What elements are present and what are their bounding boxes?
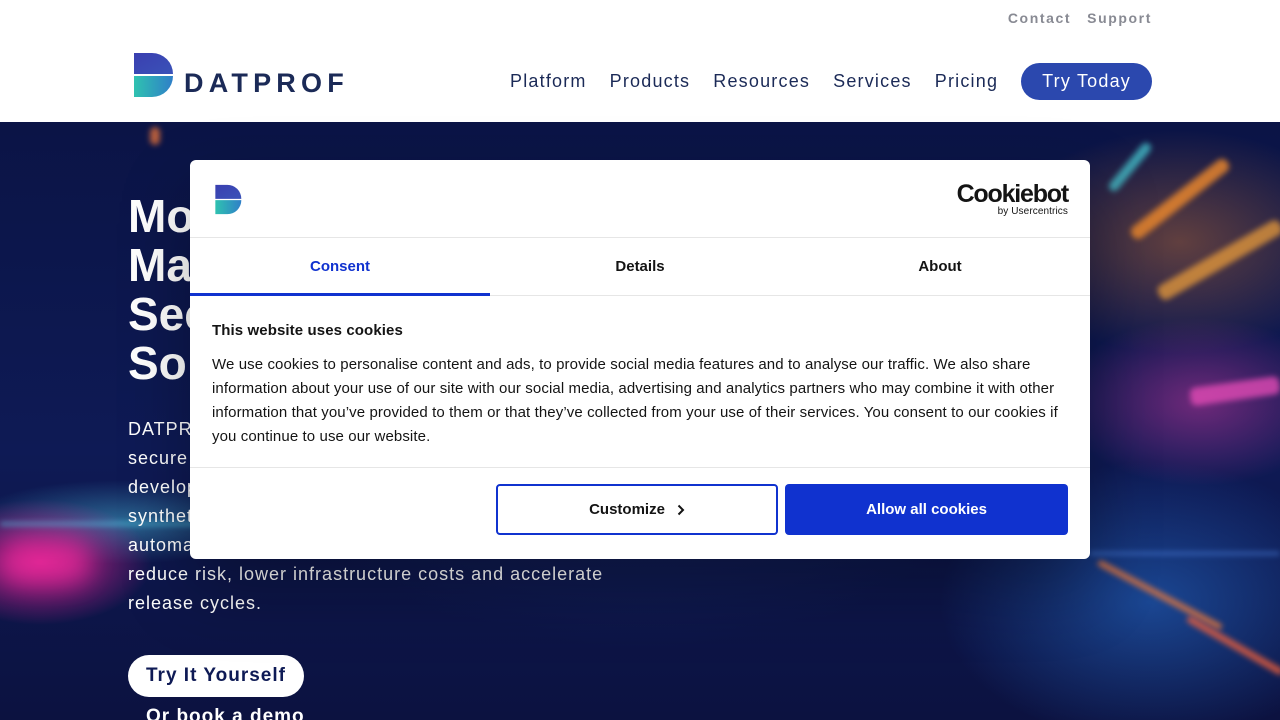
dialog-footer: Customize Allow all cookies	[190, 468, 1090, 558]
contact-link[interactable]: Contact	[1008, 10, 1071, 26]
datprof-logo[interactable]: DATPROF	[132, 52, 349, 98]
chevron-right-icon	[677, 504, 685, 515]
light-streak	[1155, 218, 1280, 302]
hero-desc-line: release cycles.	[128, 593, 263, 613]
nav-platform[interactable]: Platform	[510, 71, 587, 92]
datprof-logo-icon	[134, 53, 173, 97]
cookie-description: We use cookies to personalise content an…	[212, 356, 1058, 445]
allow-all-cookies-button[interactable]: Allow all cookies	[785, 484, 1068, 535]
nav-pricing[interactable]: Pricing	[935, 71, 998, 92]
light-streak	[1128, 156, 1232, 242]
cookie-heading: This website uses cookies	[212, 322, 403, 339]
tab-details[interactable]: Details	[490, 238, 790, 295]
light-streak	[1185, 614, 1280, 677]
site-header: Contact Support DATPROF Platform Product…	[0, 0, 1280, 122]
dialog-header: Cookiebot by Usercentrics	[190, 160, 1090, 238]
cookiebot-logo[interactable]: Cookiebot by Usercentrics	[956, 180, 1070, 218]
tab-about[interactable]: About	[790, 238, 1090, 295]
main-nav: Platform Products Resources Services Pri…	[510, 63, 1152, 100]
try-today-button[interactable]: Try Today	[1021, 63, 1152, 100]
tab-consent[interactable]: Consent	[190, 238, 490, 296]
light-streak	[0, 542, 90, 582]
book-demo-link[interactable]: Or book a demo	[146, 706, 305, 720]
try-it-yourself-button[interactable]: Try It Yourself	[128, 655, 304, 697]
dialog-body: This website uses cookies We use cookies…	[190, 296, 1090, 468]
light-streak	[1106, 140, 1154, 194]
utility-nav: Contact Support	[1008, 10, 1152, 26]
nav-resources[interactable]: Resources	[713, 71, 810, 92]
hero-desc-line: reduce risk, lower infrastructure costs …	[128, 564, 604, 584]
light-streak	[1090, 552, 1280, 555]
datprof-logo-icon	[215, 184, 242, 215]
logo-wordmark: DATPROF	[184, 68, 349, 98]
support-link[interactable]: Support	[1087, 10, 1152, 26]
customize-button[interactable]: Customize	[496, 484, 778, 535]
dialog-tabs: Consent Details About	[190, 238, 1090, 296]
light-streak	[1189, 375, 1280, 407]
light-streak	[150, 127, 160, 145]
nav-services[interactable]: Services	[833, 71, 912, 92]
light-streak	[1096, 559, 1224, 631]
nav-products[interactable]: Products	[610, 71, 691, 92]
customize-label: Customize	[589, 501, 665, 518]
cookiebot-wordmark: Cookiebot	[956, 180, 1070, 208]
cookie-consent-dialog: Cookiebot by Usercentrics Consent Detail…	[190, 160, 1090, 559]
